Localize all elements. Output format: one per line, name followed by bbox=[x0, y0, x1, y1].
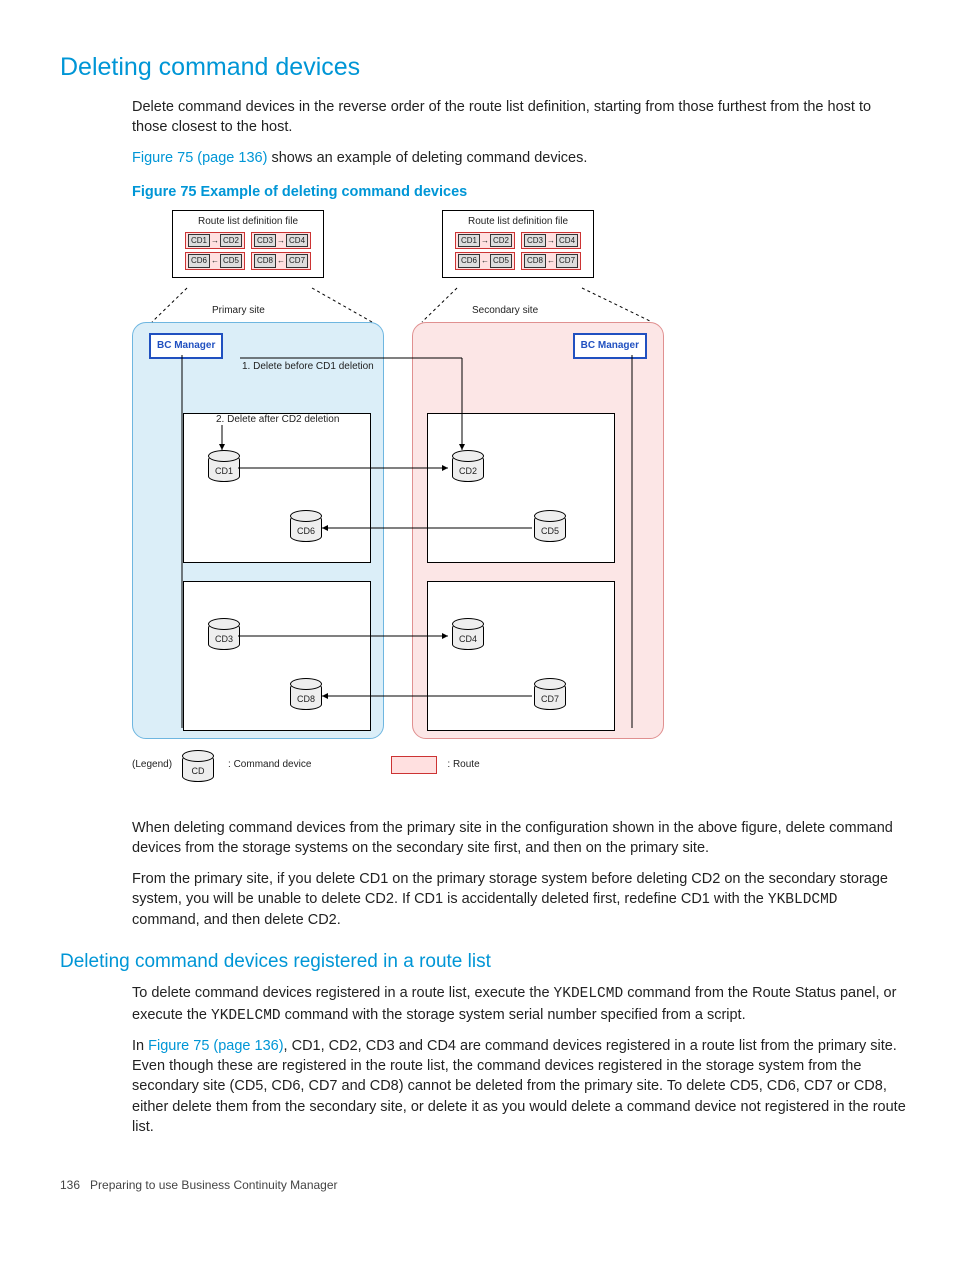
cd-mini: CD7 bbox=[556, 254, 578, 267]
primary-site-label: Primary site bbox=[212, 304, 265, 318]
cd-cylinder: CD6 bbox=[290, 514, 322, 542]
cd-mini: CD8 bbox=[254, 254, 276, 267]
code-text: YKDELCMD bbox=[211, 1008, 281, 1024]
cd-mini: CD5 bbox=[220, 254, 242, 267]
cd-mini: CD5 bbox=[490, 254, 512, 267]
paragraph: In Figure 75 (page 136), CD1, CD2, CD3 a… bbox=[132, 1036, 909, 1137]
cd-mini: CD2 bbox=[490, 234, 512, 247]
page-number: 136 bbox=[60, 1178, 80, 1192]
diagram-note: 2. Delete after CD2 deletion bbox=[216, 413, 339, 427]
primary-site-panel: BC Manager CD1 CD6 CD3 CD8 bbox=[132, 322, 384, 739]
paragraph: To delete command devices registered in … bbox=[132, 983, 909, 1026]
cd-mini: CD6 bbox=[458, 254, 480, 267]
code-text: YKBLDCMD bbox=[768, 892, 838, 908]
cd-cylinder: CD8 bbox=[290, 682, 322, 710]
cd-mini: CD4 bbox=[286, 234, 308, 247]
text: To delete command devices registered in … bbox=[132, 985, 554, 1001]
heading-deleting-in-route-list: Deleting command devices registered in a… bbox=[60, 949, 909, 976]
legend-label: (Legend) bbox=[132, 758, 172, 772]
page-footer: 136 Preparing to use Business Continuity… bbox=[60, 1177, 909, 1194]
route-list-file-primary: Route list definition file CD1→CD2 CD3→C… bbox=[172, 210, 324, 277]
secondary-site-panel: BC Manager CD2 CD5 CD4 CD7 bbox=[412, 322, 664, 739]
legend-route-swatch bbox=[391, 756, 437, 774]
cd-cylinder: CD3 bbox=[208, 622, 240, 650]
figure-link[interactable]: Figure 75 (page 136) bbox=[148, 1038, 283, 1054]
cd-mini: CD6 bbox=[188, 254, 210, 267]
text: command with the storage system serial n… bbox=[281, 1007, 746, 1023]
route-list-file-secondary: Route list definition file CD1→CD2 CD3→C… bbox=[442, 210, 594, 277]
code-text: YKDELCMD bbox=[554, 986, 624, 1002]
paragraph: Delete command devices in the reverse or… bbox=[132, 97, 909, 138]
storage-box: CD3 CD8 bbox=[183, 581, 371, 731]
cd-cylinder: CD5 bbox=[534, 514, 566, 542]
figure-caption: Figure 75 Example of deleting command de… bbox=[132, 182, 909, 202]
label: Route list definition file bbox=[177, 215, 319, 229]
diagram-note: 1. Delete before CD1 deletion bbox=[242, 360, 374, 374]
paragraph: From the primary site, if you delete CD1… bbox=[132, 869, 909, 931]
cd-mini: CD8 bbox=[524, 254, 546, 267]
cd-cylinder-legend: CD bbox=[182, 754, 214, 782]
paragraph: When deleting command devices from the p… bbox=[132, 818, 909, 859]
cd-cylinder: CD2 bbox=[452, 454, 484, 482]
paragraph: Figure 75 (page 136) shows an example of… bbox=[132, 148, 909, 168]
storage-box: CD2 CD5 bbox=[427, 413, 615, 563]
legend: (Legend) CD : Command device : Route bbox=[132, 750, 480, 780]
secondary-site-label: Secondary site bbox=[472, 304, 538, 318]
legend-text: : Command device bbox=[228, 758, 311, 772]
text: In bbox=[132, 1038, 148, 1054]
figure-diagram: Route list definition file CD1→CD2 CD3→C… bbox=[132, 210, 662, 802]
text: command, and then delete CD2. bbox=[132, 912, 341, 928]
cd-mini: CD1 bbox=[188, 234, 210, 247]
cd-mini: CD3 bbox=[524, 234, 546, 247]
storage-box: CD4 CD7 bbox=[427, 581, 615, 731]
bc-manager-box: BC Manager bbox=[149, 333, 223, 359]
heading-deleting-command-devices: Deleting command devices bbox=[60, 50, 909, 85]
cd-mini: CD2 bbox=[220, 234, 242, 247]
footer-text: Preparing to use Business Continuity Man… bbox=[90, 1178, 337, 1192]
cd-cylinder: CD4 bbox=[452, 622, 484, 650]
storage-box: CD1 CD6 bbox=[183, 413, 371, 563]
cd-mini: CD3 bbox=[254, 234, 276, 247]
label: Route list definition file bbox=[447, 215, 589, 229]
text: shows an example of deleting command dev… bbox=[267, 150, 587, 166]
cd-cylinder: CD1 bbox=[208, 454, 240, 482]
figure-link[interactable]: Figure 75 (page 136) bbox=[132, 150, 267, 166]
bc-manager-box: BC Manager bbox=[573, 333, 647, 359]
cd-mini: CD1 bbox=[458, 234, 480, 247]
legend-text: : Route bbox=[447, 758, 479, 772]
cd-cylinder: CD7 bbox=[534, 682, 566, 710]
cd-mini: CD4 bbox=[556, 234, 578, 247]
cd-mini: CD7 bbox=[286, 254, 308, 267]
